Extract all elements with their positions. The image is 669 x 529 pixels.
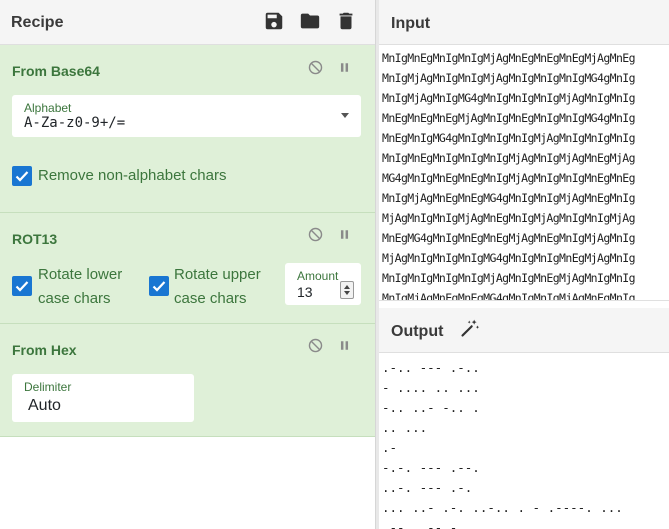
rotate-upper-label-line1: Rotate upper	[174, 266, 261, 283]
output-header: Output	[379, 308, 669, 353]
rotate-lower-label-line2: case chars	[38, 290, 111, 307]
alphabet-select[interactable]: Alphabet A-Za-z0-9+/=	[12, 95, 361, 137]
delimiter-value: Auto	[28, 397, 61, 414]
operation-controls	[307, 337, 353, 354]
pause-icon[interactable]	[336, 59, 353, 76]
operation-from-base64: From Base64 Alphabet A-Za-z0-9+/= Remove…	[0, 45, 375, 213]
output-line: ..-. --- .-.	[382, 480, 473, 495]
operation-controls	[307, 226, 353, 243]
input-line: MG4gMnIgMnEgMnEgMnIgMjAgMnIgMnIgMnEgMnEg	[382, 171, 636, 185]
operation-title: From Hex	[12, 342, 77, 358]
disable-icon[interactable]	[307, 59, 324, 76]
output-line: .. ...	[382, 420, 428, 435]
operation-title: ROT13	[12, 231, 58, 247]
input-line: MnIgMjAgMnIgMG4gMnIgMnIgMnIgMjAgMnIgMnIg	[382, 91, 636, 105]
input-title: Input	[391, 15, 431, 32]
pause-icon[interactable]	[336, 337, 353, 354]
output-line: .--. .-- -..	[382, 520, 473, 529]
disable-icon[interactable]	[307, 226, 324, 243]
rotate-lower-checkbox[interactable]	[12, 276, 32, 296]
output-line: - .... .. ...	[382, 380, 480, 395]
operation-from-hex: From Hex Delimiter Auto	[0, 324, 375, 437]
input-line: MnEgMnEgMnEgMjAgMnIgMnEgMnIgMnIgMG4gMnIg	[382, 111, 636, 125]
trash-icon[interactable]	[335, 10, 357, 32]
input-line: MnEgMnIgMG4gMnIgMnIgMnIgMjAgMnIgMnIgMnIg	[382, 131, 636, 145]
input-line: MnEgMG4gMnIgMnEgMnEgMjAgMnEgMnIgMjAgMnIg	[382, 231, 636, 245]
amount-stepper[interactable]	[340, 281, 354, 299]
rotate-upper-checkbox[interactable]	[149, 276, 169, 296]
input-line: MnIgMjAgMnEgMnEgMG4gMnIgMnIgMjAgMnEgMnIg	[382, 191, 636, 205]
pause-icon[interactable]	[336, 226, 353, 243]
operation-controls	[307, 59, 353, 76]
alphabet-label: Alphabet	[24, 101, 72, 115]
input-line: MnIgMjAgMnIgMnIgMjAgMnIgMnIgMnIgMG4gMnIg	[382, 71, 636, 85]
save-icon[interactable]	[263, 10, 285, 32]
output-area[interactable]: .-.. --- .-.. - .... .. ... -.. ..- -.. ..…	[382, 358, 669, 529]
output-line: .-	[382, 440, 398, 455]
recipe-title: Recipe	[11, 14, 64, 31]
output-line: .-.. --- .-..	[382, 360, 480, 375]
chevron-down-icon	[341, 113, 349, 118]
alphabet-value: A-Za-z0-9+/=	[24, 115, 126, 131]
rotate-lower-label-line1: Rotate lower	[38, 266, 123, 283]
input-header: Input	[379, 0, 669, 45]
stepper-up-icon[interactable]	[344, 285, 350, 289]
rotate-upper-label-line2: case chars	[174, 290, 247, 307]
output-line: -.. ..- -.. .	[382, 400, 480, 415]
input-line: MnIgMnEgMnIgMnIgMnIgMjAgMnIgMjAgMnEgMjAg	[382, 151, 636, 165]
input-line: MnIgMnIgMnIgMnIgMjAgMnIgMnEgMjAgMnIgMnIg	[382, 271, 636, 285]
disable-icon[interactable]	[307, 337, 324, 354]
remove-non-alphabet-label: Remove non-alphabet chars	[38, 167, 227, 184]
input-line: MjAgMnIgMnIgMnIgMG4gMnIgMnIgMnEgMjAgMnIg	[382, 251, 636, 265]
output-line: ... ..- .-. ..-.. . - .----. ...	[382, 500, 623, 515]
delimiter-label: Delimiter	[24, 380, 72, 394]
recipe-toolbar	[263, 10, 357, 32]
operation-title: From Base64	[12, 63, 100, 79]
magic-wand-icon[interactable]	[460, 318, 480, 338]
input-line: MnIgMjAgMnEgMnEgMG4gMnIgMnIgMjAgMnEgMnIg	[382, 291, 636, 300]
recipe-pane: Recipe From Base64 Alphabet A-Za-z0-9+/=…	[0, 0, 375, 529]
input-textarea[interactable]: MnIgMnEgMnIgMnIgMjAgMnEgMnEgMnEgMjAgMnEg…	[382, 48, 669, 300]
output-line: -.-. --- .--.	[382, 460, 480, 475]
recipe-header: Recipe	[0, 0, 375, 45]
output-title: Output	[391, 323, 444, 340]
amount-field[interactable]: Amount 13	[285, 263, 361, 305]
amount-value: 13	[297, 284, 313, 300]
stepper-down-icon[interactable]	[344, 291, 350, 295]
folder-icon[interactable]	[299, 10, 321, 32]
operation-rot13: ROT13 Rotate lower case chars Rotate upp…	[0, 213, 375, 324]
remove-non-alphabet-checkbox[interactable]	[12, 166, 32, 186]
io-pane: Input MnIgMnEgMnIgMnIgMjAgMnEgMnEgMnEgMj…	[379, 0, 669, 529]
input-line: MjAgMnIgMnIgMjAgMnEgMnIgMjAgMnIgMnIgMjAg	[382, 211, 636, 225]
input-line: MnIgMnEgMnIgMnIgMjAgMnEgMnEgMnEgMjAgMnEg	[382, 51, 636, 65]
delimiter-field[interactable]: Delimiter Auto	[12, 374, 194, 422]
amount-label: Amount	[297, 269, 339, 283]
